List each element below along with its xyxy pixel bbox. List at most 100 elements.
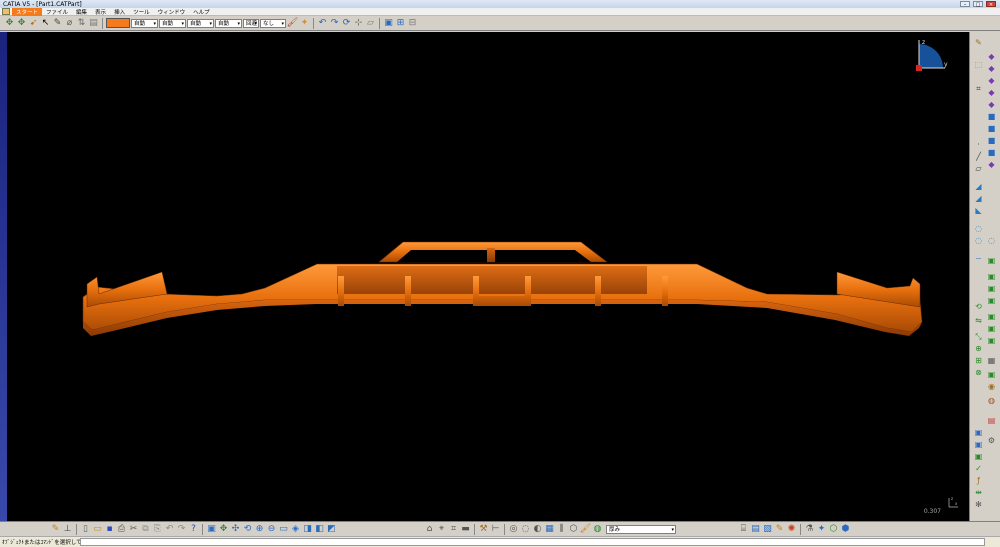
fit-all-icon[interactable]: ✥ — [218, 524, 229, 535]
environment-icon[interactable]: ▧ — [762, 524, 773, 535]
fly-icon[interactable]: ➹ — [28, 18, 39, 29]
move-arrows-icon[interactable]: ✥ — [4, 18, 15, 29]
stiffener-icon[interactable]: ■ — [987, 136, 996, 145]
constraint-icon[interactable]: ▣ — [974, 428, 983, 437]
remove-icon[interactable]: ◆ — [987, 160, 996, 169]
render-icon[interactable]: ⚗ — [804, 524, 815, 535]
menu-edit[interactable]: 編集 — [72, 8, 91, 16]
scene-icon[interactable]: ⬡ — [828, 524, 839, 535]
menu-file[interactable]: ファイル — [42, 8, 72, 16]
pan-icon[interactable]: ✣ — [230, 524, 241, 535]
translation-icon[interactable]: ▣ — [987, 296, 996, 305]
rotate-icon[interactable]: ⟲ — [242, 524, 253, 535]
fly-mode-icon[interactable]: ▣ — [206, 524, 217, 535]
loft-icon[interactable]: ■ — [987, 124, 996, 133]
iso-view-icon[interactable]: ◈ — [290, 524, 301, 535]
catalog-icon[interactable]: ▤ — [88, 18, 99, 29]
apply-material-icon[interactable]: ◍ — [987, 396, 996, 405]
shading-icon[interactable]: ◨ — [302, 524, 313, 535]
inertia-icon[interactable]: ▬ — [460, 524, 471, 535]
dress-icon[interactable]: ▣ — [974, 452, 983, 461]
measure-between-icon[interactable]: ⌖ — [436, 524, 447, 535]
grid-icon[interactable]: ▦ — [987, 356, 996, 365]
texture-icon[interactable]: ✦ — [816, 524, 827, 535]
menu-start[interactable]: スタート — [12, 7, 43, 16]
compass-widget[interactable]: z y — [909, 38, 949, 78]
text-icon[interactable]: ⚙ — [987, 436, 996, 445]
constraint-view-icon[interactable]: ⊢ — [490, 524, 501, 535]
plane-icon[interactable]: ▱ — [365, 18, 376, 29]
paste-icon[interactable]: ⎘ — [152, 524, 163, 535]
measure-item-icon[interactable]: ⌗ — [448, 524, 459, 535]
knowledge-expert-icon[interactable]: ⬡ — [568, 524, 579, 535]
new-file-icon[interactable]: ▯ — [80, 524, 91, 535]
maximize-button[interactable]: □ — [973, 1, 983, 8]
open-file-icon[interactable]: ▭ — [92, 524, 103, 535]
shaft-icon[interactable]: ◆ — [987, 64, 996, 73]
move-arrows-icon[interactable]: ✥ — [16, 18, 27, 29]
paint-brush-bottom-icon[interactable]: 🖌 — [580, 524, 591, 535]
plane-icon[interactable]: ▱ — [974, 164, 983, 173]
layer-icon[interactable]: ⫼ — [556, 524, 567, 535]
cut-icon[interactable]: ✂ — [128, 524, 139, 535]
thick-surface-icon[interactable]: ▣ — [987, 256, 996, 265]
point-icon[interactable]: · — [974, 140, 983, 149]
save-icon[interactable]: ▪ — [104, 524, 115, 535]
camera-icon[interactable]: ✺ — [786, 524, 797, 535]
draft-icon[interactable]: ◣ — [974, 206, 983, 215]
surface-icon[interactable]: ◐ — [532, 524, 543, 535]
tools-icon[interactable]: ⚒ — [478, 524, 489, 535]
select-arrow-icon[interactable]: ↖ — [40, 18, 51, 29]
3d-viewport[interactable]: z y z x 0.307 — [7, 32, 969, 521]
photo-studio-icon[interactable]: ⌸ — [738, 524, 749, 535]
slot-icon[interactable]: ■ — [987, 112, 996, 121]
zoom-in-icon[interactable]: ⊕ — [254, 524, 265, 535]
help-icon[interactable]: ? — [188, 524, 199, 535]
copy-icon[interactable]: ⧉ — [140, 524, 151, 535]
line-icon[interactable]: ╱ — [974, 152, 983, 161]
publication-icon[interactable]: ▣ — [383, 18, 394, 29]
swap-space-icon[interactable]: ◩ — [326, 524, 337, 535]
groove-icon[interactable]: ◆ — [987, 76, 996, 85]
layer-dropdown[interactable]: なし — [260, 18, 286, 29]
undo-bottom-icon[interactable]: ↶ — [164, 524, 175, 535]
thread-icon[interactable]: ◌ — [987, 236, 996, 245]
paint-brush-icon[interactable]: 🖌 — [287, 18, 298, 29]
close-surface-icon[interactable]: ▣ — [987, 272, 996, 281]
solid-combine-icon[interactable]: ■ — [987, 148, 996, 157]
formula-icon[interactable]: ƒ — [974, 476, 983, 485]
command-input[interactable] — [80, 538, 985, 546]
circ-pattern-icon[interactable]: ▣ — [987, 336, 996, 345]
menu-insert[interactable]: 挿入 — [110, 8, 129, 16]
normal-view-icon[interactable]: ▭ — [278, 524, 289, 535]
paint-icon[interactable]: ✎ — [50, 524, 61, 535]
redo-bottom-icon[interactable]: ↷ — [176, 524, 187, 535]
axis-system-icon[interactable]: ⊹ — [353, 18, 364, 29]
zoom-out-icon[interactable]: ⊖ — [266, 524, 277, 535]
knowledge-icon[interactable]: ⊟ — [407, 18, 418, 29]
rect-pattern-icon[interactable]: ▣ — [987, 324, 996, 333]
hole-icon[interactable]: ◆ — [987, 88, 996, 97]
assemble-icon[interactable]: ⊞ — [974, 356, 983, 365]
print-icon[interactable]: ⎙ — [116, 524, 127, 535]
analysis-icon[interactable]: ◉ — [987, 382, 996, 391]
render-style-dropdown[interactable]: 回避 — [243, 18, 259, 29]
shell-icon[interactable]: ◌ — [974, 224, 983, 233]
menu-help[interactable]: ヘルプ — [189, 8, 214, 16]
menu-window[interactable]: ウィンドウ — [154, 8, 190, 16]
split-icon[interactable]: ⌔ — [974, 256, 983, 265]
annotation-icon[interactable]: ▤ — [987, 416, 996, 425]
wireframe-icon[interactable]: ◌ — [520, 524, 531, 535]
point-symbol-dropdown[interactable]: 自動 — [215, 18, 242, 29]
chamfer-icon[interactable]: ◢ — [974, 194, 983, 203]
rotation-icon[interactable]: ⟲ — [974, 302, 983, 311]
sketch-icon[interactable]: ✎ — [974, 38, 983, 47]
close-button[interactable]: × — [986, 1, 996, 8]
redo-icon[interactable]: ↷ — [329, 18, 340, 29]
intersect-icon[interactable]: ⊗ — [974, 368, 983, 377]
undo-icon[interactable]: ↶ — [317, 18, 328, 29]
light-icon[interactable]: ✎ — [774, 524, 785, 535]
shoot-icon[interactable]: ▤ — [750, 524, 761, 535]
video-icon[interactable]: ⬢ — [840, 524, 851, 535]
properties-icon[interactable]: ✦ — [299, 18, 310, 29]
